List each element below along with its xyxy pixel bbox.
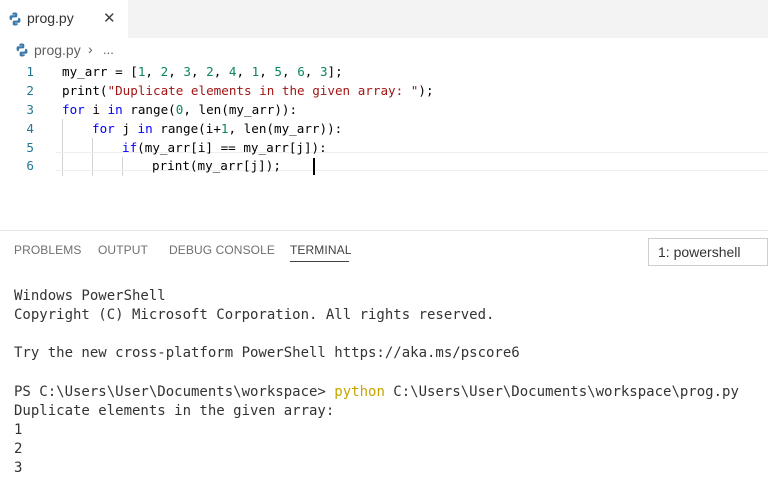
tab-problems[interactable]: PROBLEMS	[14, 243, 82, 257]
terminal-select-value: 1: powershell	[658, 244, 741, 260]
terminal-line: 2	[14, 441, 23, 457]
tab-label: prog.py	[27, 10, 74, 26]
terminal-line: Windows PowerShell	[14, 288, 166, 304]
python-icon	[9, 12, 21, 26]
text-cursor	[313, 158, 315, 175]
tab-output[interactable]: OUTPUT	[98, 243, 148, 257]
terminal-line: 3	[14, 460, 23, 476]
tab-debug-console[interactable]: DEBUG CONSOLE	[169, 243, 275, 257]
tab-prog-py[interactable]: prog.py ✕	[0, 0, 128, 38]
line-number: 2	[26, 83, 34, 98]
python-icon	[16, 43, 28, 57]
code-text: for j in range(i+1, len(my_arr)):	[92, 121, 343, 136]
terminal-prompt: PS C:\Users\User\Documents\workspace>	[14, 384, 335, 400]
code-text: print("Duplicate elements in the given a…	[62, 83, 434, 98]
code-line[interactable]: 6 print(my_arr[j]);	[0, 157, 768, 176]
active-tab-indicator	[290, 261, 349, 262]
chevron-right-icon: ›	[88, 41, 93, 57]
code-line[interactable]: 4 for j in range(i+1, len(my_arr)):	[0, 120, 768, 139]
editor-tab-bar: prog.py ✕	[0, 0, 768, 38]
terminal-line: Duplicate elements in the given array:	[14, 403, 335, 419]
line-number: 3	[26, 102, 34, 117]
line-number: 1	[26, 64, 34, 79]
code-text: if(my_arr[i] == my_arr[j]):	[122, 140, 327, 155]
code-line[interactable]: 2 print("Duplicate elements in the given…	[0, 82, 768, 101]
terminal-command-line: PS C:\Users\User\Documents\workspace> py…	[14, 384, 739, 400]
line-number: 5	[26, 140, 34, 155]
terminal-line: 1	[14, 422, 23, 438]
terminal-command: python	[334, 384, 385, 400]
tab-terminal[interactable]: TERMINAL	[290, 243, 351, 257]
close-icon[interactable]: ✕	[103, 9, 116, 27]
breadcrumb-more[interactable]: ...	[103, 42, 114, 57]
line-number: 6	[26, 158, 34, 173]
terminal-line: Copyright (C) Microsoft Corporation. All…	[14, 307, 495, 323]
breadcrumb: prog.py › ...	[0, 38, 768, 62]
breadcrumb-file[interactable]: prog.py	[34, 42, 81, 58]
code-line[interactable]: 1 my_arr = [1, 2, 3, 2, 4, 1, 5, 6, 3];	[0, 63, 768, 82]
terminal-output[interactable]: Windows PowerShell Copyright (C) Microso…	[0, 288, 768, 480]
terminal-command-arg: C:\Users\User\Documents\workspace\prog.p…	[384, 384, 739, 400]
code-line[interactable]: 3 for i in range(0, len(my_arr)):	[0, 101, 768, 120]
terminal-line: Try the new cross-platform PowerShell ht…	[14, 345, 520, 361]
code-text: for i in range(0, len(my_arr)):	[62, 102, 298, 117]
code-text: my_arr = [1, 2, 3, 2, 4, 1, 5, 6, 3];	[62, 64, 343, 79]
code-line[interactable]: 5 if(my_arr[i] == my_arr[j]):	[0, 139, 768, 158]
terminal-select-dropdown[interactable]: 1: powershell	[648, 238, 768, 266]
line-number: 4	[26, 121, 34, 136]
code-text: print(my_arr[j]);	[152, 158, 281, 173]
